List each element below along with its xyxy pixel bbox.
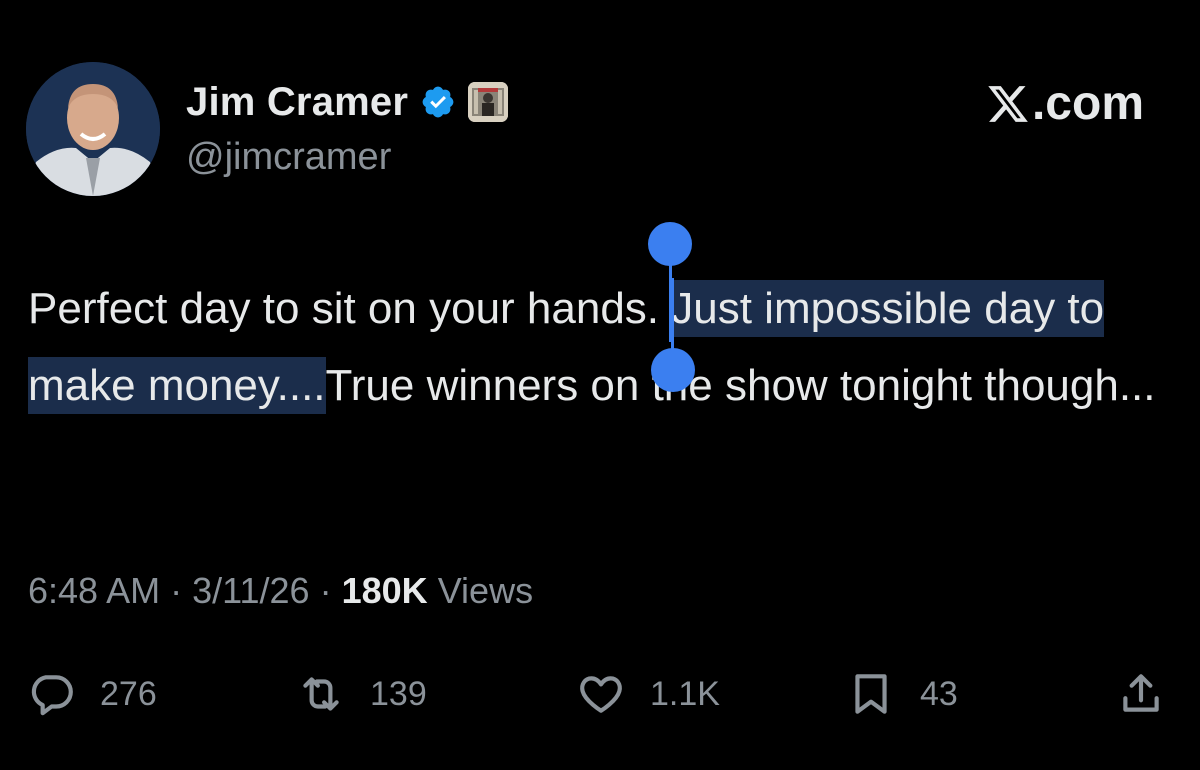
user-handle[interactable]: @jimcramer bbox=[186, 136, 391, 179]
repost-count: 139 bbox=[370, 674, 427, 713]
bookmark-count: 43 bbox=[920, 674, 958, 713]
tweet-meta: 6:48 AM · 3/11/26 · 180K Views bbox=[28, 570, 533, 612]
views-count: 180K bbox=[341, 570, 428, 611]
x-logo-icon bbox=[988, 85, 1028, 122]
verified-badge-icon[interactable] bbox=[420, 84, 456, 120]
repost-icon bbox=[303, 677, 339, 711]
tweet-text-before: Perfect day to sit on your hands. bbox=[28, 284, 672, 333]
tweet-time[interactable]: 6:48 AM bbox=[28, 570, 160, 611]
share-button[interactable] bbox=[1116, 666, 1190, 722]
meta-separator: · bbox=[319, 570, 332, 611]
meta-separator: · bbox=[170, 570, 183, 611]
share-icon bbox=[1123, 674, 1159, 712]
reply-icon bbox=[31, 675, 73, 716]
brand-domain: .com bbox=[1031, 77, 1144, 130]
bookmark-button[interactable]: 43 bbox=[846, 666, 958, 722]
brand: .com bbox=[986, 76, 1144, 131]
avatar-image bbox=[26, 62, 160, 196]
tweet-text[interactable]: Perfect day to sit on your hands. Just i… bbox=[28, 222, 1178, 424]
avatar[interactable] bbox=[26, 62, 160, 196]
tweet-text-after: True winners on the show tonight though.… bbox=[325, 361, 1156, 410]
affiliate-badge[interactable] bbox=[468, 82, 509, 122]
repost-button[interactable]: 139 bbox=[296, 666, 427, 722]
selection-end-handle[interactable] bbox=[651, 348, 696, 392]
like-count: 1.1K bbox=[650, 674, 720, 713]
affiliate-logo-icon bbox=[468, 82, 509, 122]
reply-count: 276 bbox=[100, 674, 157, 713]
name-row: Jim Cramer bbox=[186, 78, 509, 126]
action-bar: 276 139 1.1K 43 bbox=[26, 666, 1176, 722]
heart-icon bbox=[580, 676, 622, 713]
tweet-date[interactable]: 3/11/26 bbox=[192, 570, 309, 611]
reply-button[interactable]: 276 bbox=[26, 666, 157, 722]
display-name[interactable]: Jim Cramer bbox=[186, 80, 408, 125]
like-button[interactable]: 1.1K bbox=[576, 666, 720, 722]
bookmark-icon bbox=[855, 674, 887, 714]
selection-start-handle[interactable] bbox=[648, 222, 693, 266]
views-label: Views bbox=[437, 570, 534, 611]
